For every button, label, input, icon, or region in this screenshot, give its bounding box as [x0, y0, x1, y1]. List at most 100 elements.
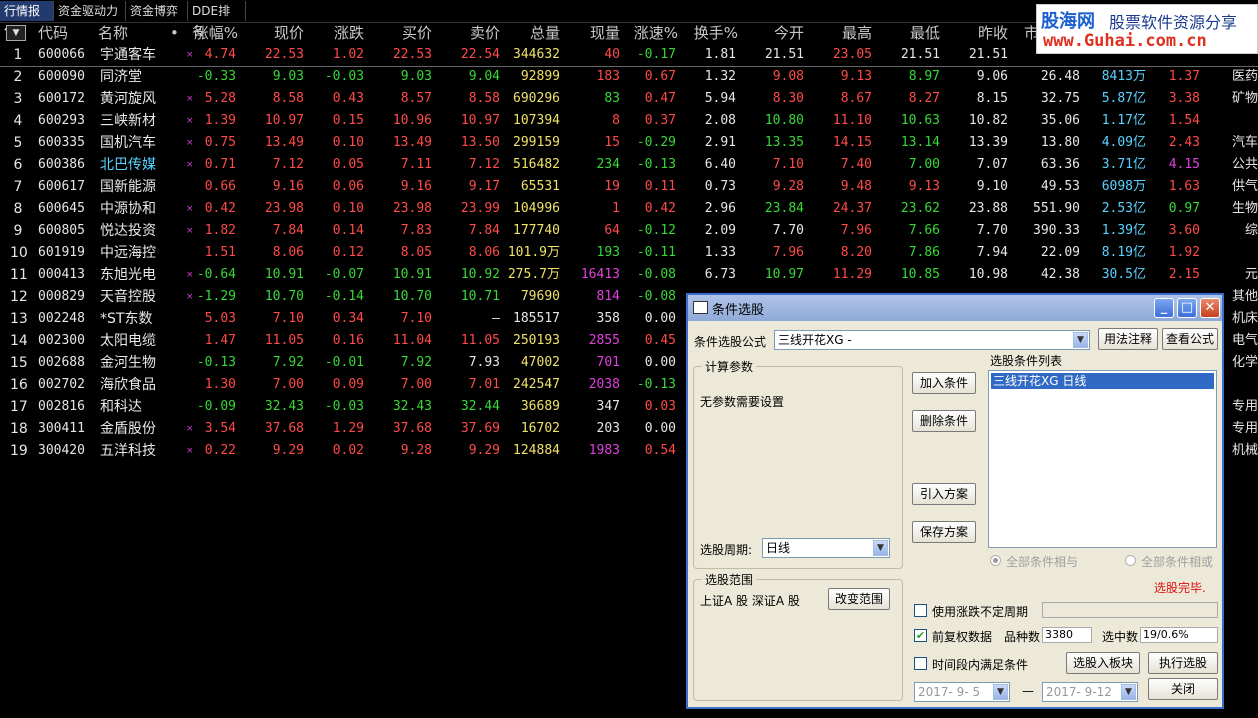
header-name[interactable]: 名称: [98, 22, 128, 44]
chevron-down-icon[interactable]: ▼: [1121, 684, 1136, 700]
table-row[interactable]: 2 600090 同济堂 -0.33 9.03 -0.03 9.03 9.04 92899 183…: [0, 66, 1258, 88]
chevron-down-icon[interactable]: ▼: [993, 684, 1008, 700]
row-index: 15: [10, 355, 28, 371]
save-plan-button[interactable]: 保存方案: [912, 521, 976, 543]
row-index: 7: [13, 179, 23, 195]
row-code: 600645: [38, 201, 85, 216]
table-row[interactable]: 6 600386 北巴传媒 × 0.71 7.12 0.05 7.11 7.12 516482 23…: [0, 154, 1258, 176]
row-code: 600805: [38, 223, 85, 238]
view-formula-button[interactable]: 查看公式: [1162, 328, 1218, 350]
row-index: 18: [10, 421, 28, 437]
date-from-picker[interactable]: 2017- 9- 5 ▼: [914, 682, 1010, 702]
uncertain-period-field[interactable]: [1042, 602, 1218, 618]
row-index: 1: [13, 47, 23, 63]
condition-select-dialog: 条件选股 _ □ ✕ 条件选股公式 三线开花XG - ▼ 用法注释 查看公式 计…: [686, 293, 1224, 709]
params-group-title: 计算参数: [702, 358, 757, 375]
uncertain-period-checkbox[interactable]: [914, 604, 927, 617]
radio-all-and-label: 全部条件相与: [1006, 555, 1079, 569]
table-row[interactable]: 7 600617 国新能源 0.66 9.16 0.06 9.16 9.17 65531 19 0.…: [0, 176, 1258, 198]
params-group: 计算参数 无参数需要设置 选股周期: 日线 ▼: [693, 358, 903, 569]
formula-label: 条件选股公式: [694, 335, 767, 349]
range-text: 上证A 股 深证A 股: [700, 594, 800, 608]
row-industry: 医药: [1231, 69, 1258, 84]
change-range-button[interactable]: 改变范围: [828, 588, 890, 610]
radio-all-or[interactable]: [1125, 555, 1136, 566]
row-industry: 汽车: [1231, 135, 1258, 150]
row-code: 000829: [38, 289, 85, 304]
row-code: 600293: [38, 113, 85, 128]
radio-all-or-label: 全部条件相或: [1141, 555, 1214, 569]
chevron-down-icon[interactable]: ▼: [873, 540, 888, 556]
selected-label: 选中数: [1102, 630, 1139, 644]
count-label: 品种数: [1004, 630, 1041, 644]
row-speed: 0.00: [644, 421, 676, 436]
maximize-icon[interactable]: □: [1177, 298, 1197, 318]
date-separator: —: [1022, 684, 1034, 698]
close-button[interactable]: 关闭: [1148, 678, 1218, 700]
import-plan-button[interactable]: 引入方案: [912, 483, 976, 505]
date-to-picker[interactable]: 2017- 9-12 ▼: [1042, 682, 1138, 702]
row-prev-close: 21.51: [968, 47, 1008, 62]
watermark-brand: 股海网: [1041, 11, 1095, 32]
tab-fund-game[interactable]: 资金博弈: [126, 1, 188, 21]
row-code: 600172: [38, 91, 85, 106]
row-industry: 综: [1244, 223, 1258, 238]
row-index: 11: [10, 267, 28, 283]
condition-list-item[interactable]: 三线开花XG 日线: [991, 373, 1214, 389]
period-value: 日线: [766, 541, 791, 555]
tab-dde-rank[interactable]: DDE排名: [188, 1, 246, 38]
triangle-down-icon[interactable]: ▼: [6, 25, 26, 41]
header-code[interactable]: 代码: [38, 22, 68, 44]
chevron-down-icon[interactable]: ▼: [1073, 332, 1088, 348]
row-index: 4: [13, 113, 23, 129]
row-code: 600617: [38, 179, 85, 194]
row-speed: -0.08: [636, 289, 676, 304]
row-code: 600090: [38, 69, 85, 84]
dialog-titlebar[interactable]: 条件选股 _ □ ✕: [688, 295, 1222, 321]
add-to-block-button[interactable]: 选股入板块: [1066, 652, 1140, 674]
row-index: 17: [10, 399, 28, 415]
tab-market-quote[interactable]: 行情报价: [0, 1, 54, 38]
header-prev-close[interactable]: 昨收: [928, 22, 1008, 44]
table-row[interactable]: 8 600645 中源协和 × 0.42 23.98 0.10 23.98 23.99 10499…: [0, 198, 1258, 220]
row-speed: 0.54: [644, 443, 676, 458]
close-icon[interactable]: ✕: [1200, 298, 1220, 318]
row-name: *ST东数: [100, 311, 153, 327]
forward-adjust-checkbox[interactable]: ✔: [914, 629, 927, 642]
formula-select[interactable]: 三线开花XG - ▼: [774, 330, 1090, 350]
row-name: 同济堂: [100, 69, 142, 85]
add-condition-button[interactable]: 加入条件: [912, 372, 976, 394]
selected-value: 19/0.6%: [1140, 627, 1218, 643]
row-code: 000413: [38, 267, 85, 282]
row-extra: 1.54: [1168, 113, 1200, 128]
row-industry: 公共: [1231, 157, 1258, 172]
row-code: 600386: [38, 157, 85, 172]
minimize-icon[interactable]: _: [1154, 298, 1174, 318]
period-select[interactable]: 日线 ▼: [762, 538, 890, 558]
row-index: 2: [13, 69, 23, 85]
table-row[interactable]: 4 600293 三峡新材 × 1.39 10.97 0.15 10.96 10.97 10739…: [0, 110, 1258, 132]
delete-condition-button[interactable]: 删除条件: [912, 410, 976, 432]
usage-notes-button[interactable]: 用法注释: [1098, 328, 1158, 350]
run-select-button[interactable]: 执行选股: [1148, 652, 1218, 674]
row-code: 002248: [38, 311, 85, 326]
table-row[interactable]: 9 600805 悦达投资 × 1.82 7.84 0.14 7.83 7.84 177740 64…: [0, 220, 1258, 242]
row-extra: 1.92: [1168, 245, 1200, 260]
radio-all-and[interactable]: [990, 555, 1001, 566]
condition-list[interactable]: 三线开花XG 日线: [988, 370, 1217, 548]
table-row[interactable]: 10 601919 中远海控 1.51 8.06 0.12 8.05 8.06 101.9万 19…: [0, 242, 1258, 264]
window-icon: [693, 301, 708, 314]
tab-fund-drive[interactable]: 资金驱动力: [54, 1, 126, 21]
row-code: 002702: [38, 377, 85, 392]
table-row[interactable]: 11 000413 东旭光电 × -0.64 10.91 -0.07 10.91 10.92 27…: [0, 264, 1258, 286]
row-index: 16: [10, 377, 28, 393]
row-speed: 0.03: [644, 399, 676, 414]
row-code: 300411: [38, 421, 85, 436]
condition-list-label: 选股条件列表: [990, 354, 1063, 368]
table-row[interactable]: 3 600172 黄河旋风 × 5.28 8.58 0.43 8.57 8.58 690296 83…: [0, 88, 1258, 110]
time-range-checkbox[interactable]: [914, 657, 927, 670]
table-row[interactable]: 5 600335 国机汽车 × 0.75 13.49 0.10 13.49 13.50 29915…: [0, 132, 1258, 154]
row-speed: 0.00: [644, 355, 676, 370]
row-index: 3: [13, 91, 23, 107]
row-code: 600066: [38, 47, 85, 62]
